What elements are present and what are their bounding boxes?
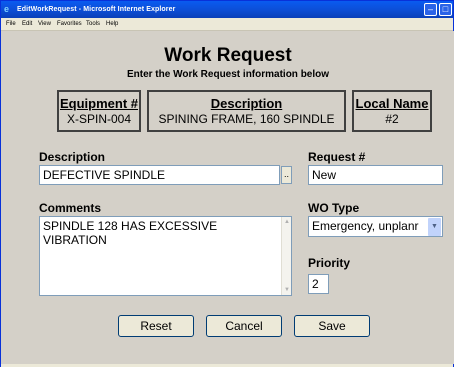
save-button[interactable]: Save [294, 315, 370, 337]
page-title: Work Request [164, 45, 292, 66]
request-number-input[interactable]: New [308, 165, 443, 185]
local-name-value: #2 [385, 112, 399, 126]
equipment-description-value: SPINING FRAME, 160 SPINDLE [158, 112, 335, 126]
comments-label: Comments [39, 201, 102, 215]
request-number-label: Request # [308, 150, 366, 164]
menu-help[interactable]: Help [106, 18, 118, 30]
title-bar: e EditWorkRequest - Microsoft Internet E… [1, 1, 453, 18]
menu-file[interactable]: File [6, 18, 16, 30]
reset-button[interactable]: Reset [118, 315, 194, 337]
maximize-icon[interactable]: □ [439, 3, 452, 16]
wo-type-label: WO Type [308, 201, 360, 215]
scroll-up-icon[interactable]: ▲ [283, 218, 291, 226]
browser-window: e EditWorkRequest - Microsoft Internet E… [0, 0, 454, 367]
menu-bar: File Edit View Favorites Tools Help [1, 18, 453, 31]
page-subtitle: Enter the Work Request information below [126, 69, 330, 80]
priority-label: Priority [308, 256, 351, 270]
minimize-icon[interactable]: – [424, 3, 437, 16]
page-content: Work Request Enter the Work Request info… [2, 31, 454, 364]
equipment-description-label: Description [210, 96, 283, 111]
comments-textarea[interactable]: SPINDLE 128 HAS EXCESSIVE VIBRATION ▲ ▼ [39, 216, 292, 296]
description-lookup-button[interactable]: .. [281, 166, 292, 184]
equipment-box: Equipment # X-SPIN-004 [57, 90, 141, 132]
description-label: Description [39, 150, 106, 164]
menu-edit[interactable]: Edit [22, 18, 32, 30]
local-name-box: Local Name #2 [352, 90, 432, 132]
wo-type-value: Emergency, unplanr [312, 219, 419, 233]
comments-scrollbar[interactable]: ▲ ▼ [281, 217, 291, 295]
description-input[interactable]: DEFECTIVE SPINDLE [39, 165, 280, 185]
chevron-down-icon[interactable]: ▼ [428, 218, 441, 236]
equipment-description-box: Description SPINING FRAME, 160 SPINDLE [147, 90, 346, 132]
equipment-value: X-SPIN-004 [66, 112, 132, 126]
local-name-label: Local Name [355, 96, 429, 111]
equipment-label: Equipment # [59, 96, 138, 111]
priority-input[interactable]: 2 [308, 274, 329, 294]
ie-icon: e [4, 4, 10, 14]
scroll-down-icon[interactable]: ▼ [283, 286, 291, 294]
menu-view[interactable]: View [38, 18, 51, 30]
window-title: EditWorkRequest - Microsoft Internet Exp… [17, 6, 176, 13]
menu-tools[interactable]: Tools [86, 18, 100, 30]
wo-type-select[interactable]: Emergency, unplanr ▼ [308, 216, 443, 237]
cancel-button[interactable]: Cancel [206, 315, 282, 337]
menu-favorites[interactable]: Favorites [57, 18, 82, 30]
comments-text: SPINDLE 128 HAS EXCESSIVE VIBRATION [43, 219, 218, 247]
